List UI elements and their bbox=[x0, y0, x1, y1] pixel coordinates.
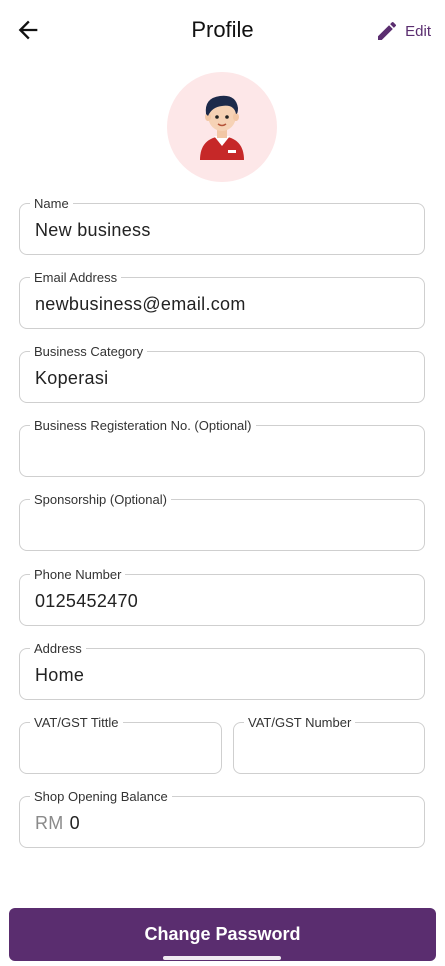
business-category-label: Business Category bbox=[30, 344, 148, 359]
pencil-icon bbox=[378, 21, 397, 40]
shop-opening-balance-value: 0 bbox=[69, 813, 80, 833]
vat-gst-number-field[interactable]: VAT/GST Number bbox=[233, 715, 425, 774]
currency-prefix: RM bbox=[35, 813, 64, 833]
change-password-button[interactable]: Change Password bbox=[9, 908, 436, 961]
email-label: Email Address bbox=[30, 270, 122, 285]
email-value: newbusiness@email.com bbox=[35, 294, 246, 314]
business-registration-field[interactable]: Business Registeration No. (Optional) bbox=[19, 418, 425, 477]
email-field[interactable]: Email Address newbusiness@email.com bbox=[19, 270, 425, 329]
address-field[interactable]: Address Home bbox=[19, 641, 425, 700]
name-field[interactable]: Name New business bbox=[19, 196, 425, 255]
shop-opening-balance-field[interactable]: Shop Opening Balance RM 0 bbox=[19, 789, 425, 848]
edit-button[interactable]: Edit bbox=[375, 18, 431, 44]
sponsorship-label: Sponsorship (Optional) bbox=[30, 492, 171, 507]
name-value: New business bbox=[35, 220, 151, 240]
business-category-value: Koperasi bbox=[35, 368, 109, 388]
shop-opening-balance-label: Shop Opening Balance bbox=[30, 789, 172, 804]
vat-gst-title-field[interactable]: VAT/GST Tittle bbox=[19, 715, 222, 774]
shop-opening-balance-value-wrap: RM 0 bbox=[35, 813, 80, 834]
edit-label: Edit bbox=[405, 22, 431, 40]
sponsorship-field[interactable]: Sponsorship (Optional) bbox=[19, 492, 425, 551]
user-avatar-icon bbox=[200, 95, 244, 160]
name-label: Name bbox=[30, 196, 73, 211]
app-header: Profile Edit bbox=[0, 0, 445, 62]
vat-gst-title-label: VAT/GST Tittle bbox=[30, 715, 123, 730]
vat-gst-number-label: VAT/GST Number bbox=[244, 715, 356, 730]
business-registration-label: Business Registeration No. (Optional) bbox=[30, 418, 256, 433]
phone-number-field[interactable]: Phone Number 0125452470 bbox=[19, 567, 425, 626]
home-indicator bbox=[163, 956, 281, 960]
address-label: Address bbox=[30, 641, 86, 656]
phone-number-value: 0125452470 bbox=[35, 591, 139, 611]
avatar[interactable] bbox=[167, 72, 277, 182]
phone-number-label: Phone Number bbox=[30, 567, 126, 582]
address-value: Home bbox=[35, 665, 85, 685]
business-category-field[interactable]: Business Category Koperasi bbox=[19, 344, 425, 403]
